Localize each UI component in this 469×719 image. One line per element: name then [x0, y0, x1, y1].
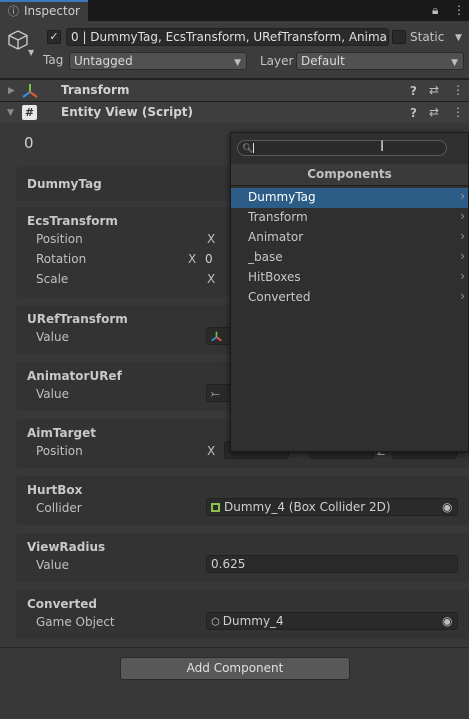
axis-x-label: X: [207, 232, 216, 246]
menu-item-converted[interactable]: Converted ›: [231, 288, 468, 308]
search-icon: 🔍︎: [242, 144, 254, 154]
text-cursor-icon: I: [380, 139, 385, 155]
gameobject-cube-icon: [8, 30, 28, 50]
game-object-label: Game Object: [36, 615, 115, 629]
value-label: Value: [36, 330, 69, 344]
chevron-down-icon: ▼: [451, 58, 458, 68]
chevron-right-icon: ›: [460, 289, 465, 303]
section-title: DummyTag: [27, 177, 102, 191]
chevron-right-icon: ›: [460, 229, 465, 243]
object-header: ▼ ✓ 0 | DummyTag, EcsTransform, URefTran…: [0, 21, 469, 79]
more-options-icon[interactable]: ⋮: [453, 4, 465, 16]
value-label: Value: [36, 387, 69, 401]
layer-dropdown[interactable]: Default ▼: [296, 52, 464, 70]
transform-component-header[interactable]: ▶ Transform ? ⇄ ⋮: [0, 79, 469, 101]
position-label: Position: [36, 444, 83, 458]
search-input[interactable]: 🔍︎: [237, 140, 447, 156]
scale-label: Scale: [36, 272, 69, 286]
active-checkbox[interactable]: ✓: [47, 30, 61, 44]
rotation-label: Rotation: [36, 252, 87, 266]
transform-title: Transform: [61, 83, 130, 97]
presets-icon[interactable]: ⇄: [429, 106, 439, 118]
transform-axes-icon: [211, 331, 222, 342]
menu-item-base[interactable]: _base ›: [231, 248, 468, 268]
static-checkbox[interactable]: [392, 30, 406, 44]
text-caret: [253, 143, 254, 153]
menu-item-transform[interactable]: Transform ›: [231, 208, 468, 228]
script-icon: #: [22, 105, 37, 120]
menu-item-hitboxes[interactable]: HitBoxes ›: [231, 268, 468, 288]
section-title: EcsTransform: [27, 214, 118, 228]
help-icon[interactable]: ?: [410, 107, 417, 119]
collider-field[interactable]: Dummy_4 (Box Collider 2D): [206, 498, 458, 516]
static-label: Static: [410, 30, 445, 44]
section-title: Converted: [27, 597, 97, 611]
foldout-arrow-icon[interactable]: ▼: [7, 107, 14, 119]
transform-axes-icon: [22, 84, 38, 98]
tab-inspector[interactable]: ⓘ Inspector: [0, 0, 88, 21]
help-icon[interactable]: ?: [410, 85, 417, 97]
view-radius-section: ViewRadius Value 0.625: [16, 533, 469, 582]
more-options-icon[interactable]: ⋮: [452, 84, 464, 96]
popup-title: Components: [307, 167, 392, 181]
converted-section: Converted Game Object ⬡ Dummy_4 ◉: [16, 590, 469, 639]
axis-x-label: X: [207, 272, 216, 286]
presets-icon[interactable]: ⇄: [429, 84, 439, 96]
animator-icon: ⤚: [211, 387, 220, 400]
view-radius-field[interactable]: 0.625: [206, 555, 458, 573]
chevron-down-icon: ▼: [234, 58, 241, 68]
tag-dropdown[interactable]: Untagged ▼: [69, 52, 247, 70]
section-title: HurtBox: [27, 483, 83, 497]
axis-x-label: X: [188, 252, 197, 266]
add-component-button[interactable]: Add Component: [120, 657, 350, 680]
chevron-right-icon: ›: [460, 189, 465, 203]
hurt-box-section: HurtBox Collider Dummy_4 (Box Collider 2…: [16, 476, 469, 525]
more-options-icon[interactable]: ⋮: [452, 106, 464, 118]
tab-bar: ⓘ Inspector 🔒︎ ⋮: [0, 0, 469, 21]
section-title: AnimatorURef: [27, 369, 122, 383]
entity-view-component-header[interactable]: ▼ # Entity View (Script) ? ⇄ ⋮: [0, 101, 469, 123]
add-component-popup: 🔍︎ I Components DummyTag › Transform › Ani…: [230, 132, 469, 452]
section-title: ViewRadius: [27, 540, 106, 554]
lock-icon[interactable]: 🔒︎: [432, 4, 438, 16]
chevron-right-icon: ›: [460, 269, 465, 283]
foldout-arrow-icon[interactable]: ▶: [8, 85, 15, 97]
position-label: Position: [36, 232, 83, 246]
chevron-right-icon: ›: [460, 209, 465, 223]
section-title: AimTarget: [27, 426, 97, 440]
box-collider-icon: [211, 503, 220, 512]
menu-item-animator[interactable]: Animator ›: [231, 228, 468, 248]
layer-label: Layer: [260, 54, 294, 68]
object-picker-icon[interactable]: ◉: [442, 615, 452, 627]
object-picker-icon[interactable]: ◉: [442, 501, 452, 513]
static-dropdown-icon[interactable]: ▼: [455, 32, 462, 44]
axis-x-label: X: [207, 444, 216, 458]
menu-item-dummytag[interactable]: DummyTag ›: [231, 188, 468, 208]
game-object-field[interactable]: ⬡ Dummy_4: [206, 612, 458, 630]
divider: [0, 647, 469, 648]
popup-title-bar: Components: [231, 164, 468, 186]
rotation-x-value[interactable]: 0: [205, 252, 213, 266]
gameobject-icon: ⬡: [211, 617, 220, 628]
info-icon: ⓘ: [8, 5, 19, 18]
value-label: Value: [36, 558, 69, 572]
tag-label: Tag: [43, 53, 64, 67]
chevron-right-icon: ›: [460, 249, 465, 263]
entity-view-title: Entity View (Script): [61, 105, 193, 119]
object-name-field[interactable]: 0 | DummyTag, EcsTransform, URefTransfor…: [66, 28, 389, 46]
tab-label: Inspector: [24, 4, 80, 18]
icon-dropdown-arrow[interactable]: ▼: [28, 47, 34, 59]
section-title: URefTransform: [27, 312, 128, 326]
collider-label: Collider: [36, 501, 82, 515]
